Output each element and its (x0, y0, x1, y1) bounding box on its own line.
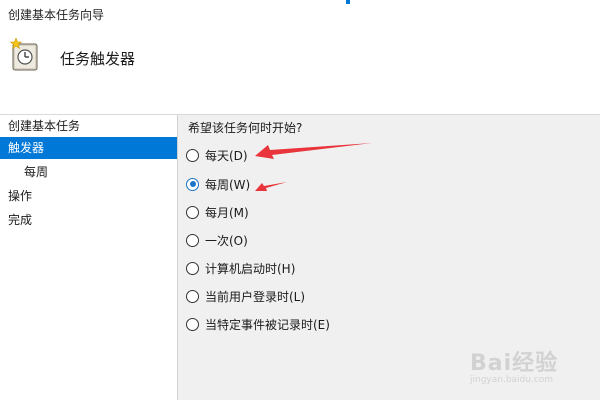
annotation-arrows (255, 143, 372, 191)
red-arrow-weekly (255, 182, 287, 191)
watermark-url: jingyan.baidu.com (470, 375, 554, 385)
red-arrow-daily (255, 143, 372, 159)
baidu-jingyan-watermark: Bai经验 jingyan.baidu.com (470, 345, 590, 395)
watermark-logo-text: Bai经验 (470, 351, 559, 376)
